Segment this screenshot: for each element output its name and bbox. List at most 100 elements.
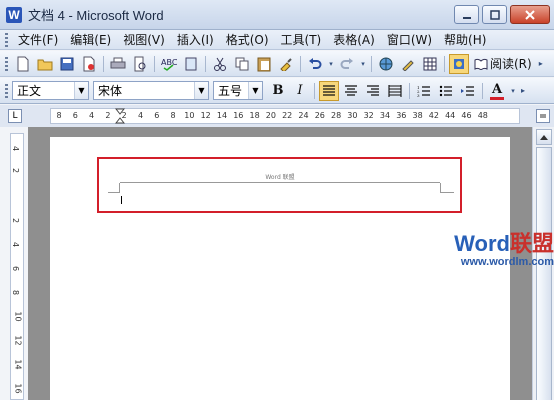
italic-button[interactable]: I (290, 81, 310, 101)
maximize-button[interactable] (482, 5, 507, 24)
permission-icon (83, 56, 95, 71)
print-preview-button[interactable] (130, 54, 150, 74)
save-icon (60, 57, 74, 70)
drawing-toolbar-button[interactable] (449, 53, 469, 74)
vertical-ruler-tick-label: 2 (11, 167, 21, 174)
vertical-ruler-tick-label: 6 (11, 265, 21, 272)
redo-button[interactable] (337, 54, 357, 74)
research-button[interactable] (181, 54, 201, 74)
minimize-button[interactable] (454, 5, 479, 24)
font-color-dropdown[interactable]: ▾ (509, 81, 517, 101)
toolbar-separator (444, 55, 445, 72)
new-document-button[interactable] (13, 54, 33, 74)
format-painter-button[interactable] (276, 54, 296, 74)
paintbrush-icon (280, 57, 292, 71)
menu-tools[interactable]: 工具(T) (275, 30, 328, 50)
menu-file[interactable]: 文件(F) (12, 30, 64, 50)
maximize-icon (489, 9, 500, 20)
hyperlink-button[interactable] (376, 54, 396, 74)
arrow-up-icon (540, 135, 548, 140)
menu-view[interactable]: 视图(V) (117, 30, 171, 50)
align-center-button[interactable] (341, 81, 361, 101)
close-button[interactable] (510, 5, 550, 24)
cut-button[interactable] (210, 54, 230, 74)
vertical-ruler-tick-label: 8 (11, 289, 21, 296)
ruler-tick-label: 6 (154, 111, 160, 120)
document-page[interactable]: Word 联盟 (50, 137, 510, 400)
paste-button[interactable] (254, 54, 274, 74)
word-app-icon[interactable]: W (6, 6, 22, 23)
vertical-ruler-tick-label: 2 (11, 217, 21, 224)
decrease-indent-button[interactable] (458, 81, 478, 101)
align-justify-button[interactable] (319, 80, 339, 101)
header-highlight-box (97, 157, 462, 213)
tab-selector-button[interactable]: L (8, 109, 22, 123)
toolbar-separator (300, 55, 301, 72)
ruler-tick-label: 4 (137, 111, 144, 120)
menu-table[interactable]: 表格(A) (327, 30, 381, 50)
indent-marker-icon[interactable] (115, 108, 125, 124)
font-size-select[interactable]: 五号 ▼ (213, 81, 263, 100)
ruler-tick-label: 36 (396, 111, 407, 120)
numbered-list-icon: 123 (417, 85, 430, 97)
menu-help[interactable]: 帮助(H) (438, 30, 492, 50)
ruler-tick-label: 26 (314, 111, 325, 120)
copy-button[interactable] (232, 54, 252, 74)
watermark-logo-main: Word (454, 231, 510, 256)
permission-button[interactable] (79, 54, 99, 74)
undo-button[interactable] (305, 54, 325, 74)
menu-window[interactable]: 窗口(W) (381, 30, 438, 50)
tables-borders-button[interactable] (398, 54, 418, 74)
read-mode-button[interactable]: 阅读(R) (470, 55, 536, 72)
spelling-button[interactable]: ABC (159, 54, 179, 74)
tables-borders-icon (402, 59, 414, 71)
ruler-tick-label: 16 (233, 111, 244, 120)
vertical-ruler-tick-label: 16 (13, 383, 23, 394)
numbering-button[interactable]: 123 (414, 81, 434, 101)
minimize-icon (462, 16, 471, 19)
chevron-down-icon: ▼ (194, 82, 208, 99)
ruler-area: L 8 6 4 2 2 4 6 8 10 12 14 16 18 20 22 24 26 28 30 32 34 36 38… (0, 105, 554, 127)
chevron-down-icon: ▼ (248, 82, 262, 99)
style-select[interactable]: 正文 ▼ (12, 81, 89, 100)
vertical-ruler[interactable]: 4 2 2 4 6 8 10 12 14 16 (10, 133, 24, 400)
insert-table-button[interactable] (420, 54, 440, 74)
style-value: 正文 (17, 84, 42, 98)
save-button[interactable] (57, 54, 77, 74)
menu-insert[interactable]: 插入(I) (171, 30, 220, 50)
font-color-button[interactable]: A (487, 81, 507, 101)
toolbar-options-button[interactable]: ▸ (537, 54, 545, 74)
undo-icon (309, 57, 322, 69)
distributed-align-button[interactable] (385, 81, 405, 101)
bold-button[interactable]: B (268, 81, 288, 101)
horizontal-ruler[interactable]: 8 6 4 2 2 4 6 8 10 12 14 16 18 20 22 24 26 28 30 32 34 36 38 42… (50, 108, 520, 124)
split-window-button[interactable] (536, 109, 550, 123)
ruler-tick-label: 10 (184, 111, 195, 120)
menu-format[interactable]: 格式(O) (220, 30, 275, 50)
format-options-button[interactable]: ▸ (519, 81, 527, 101)
vertical-ruler-tick-label: 4 (11, 241, 21, 248)
site-watermark: Word联盟 www.wordlm.com (444, 231, 554, 269)
print-button[interactable] (108, 54, 128, 74)
scroll-up-button[interactable] (536, 129, 552, 145)
format-grip[interactable] (5, 83, 8, 98)
menu-grip[interactable] (5, 32, 8, 47)
drawing-icon (454, 58, 464, 69)
ruler-tick-label: 48 (477, 111, 488, 120)
toolbar-grip[interactable] (5, 56, 8, 71)
bullets-button[interactable] (436, 81, 456, 101)
scroll-thumb[interactable] (536, 147, 552, 400)
menu-edit[interactable]: 编辑(E) (64, 30, 117, 50)
menu-bar: 文件(F) 编辑(E) 视图(V) 插入(I) 格式(O) 工具(T) 表格(A… (0, 30, 554, 50)
align-right-button[interactable] (363, 81, 383, 101)
undo-dropdown[interactable]: ▾ (327, 54, 335, 74)
svg-text:3: 3 (417, 93, 420, 97)
font-color-letter: A (491, 81, 503, 97)
redo-dropdown[interactable]: ▾ (359, 54, 367, 74)
font-select[interactable]: 宋体 ▼ (93, 81, 209, 100)
ruler-tick-label: 8 (170, 111, 176, 120)
toolbar-separator (371, 55, 372, 72)
open-button[interactable] (35, 54, 55, 74)
ruler-tick-label: 46 (461, 111, 472, 120)
ruler-tick-label: 8 (56, 111, 62, 120)
